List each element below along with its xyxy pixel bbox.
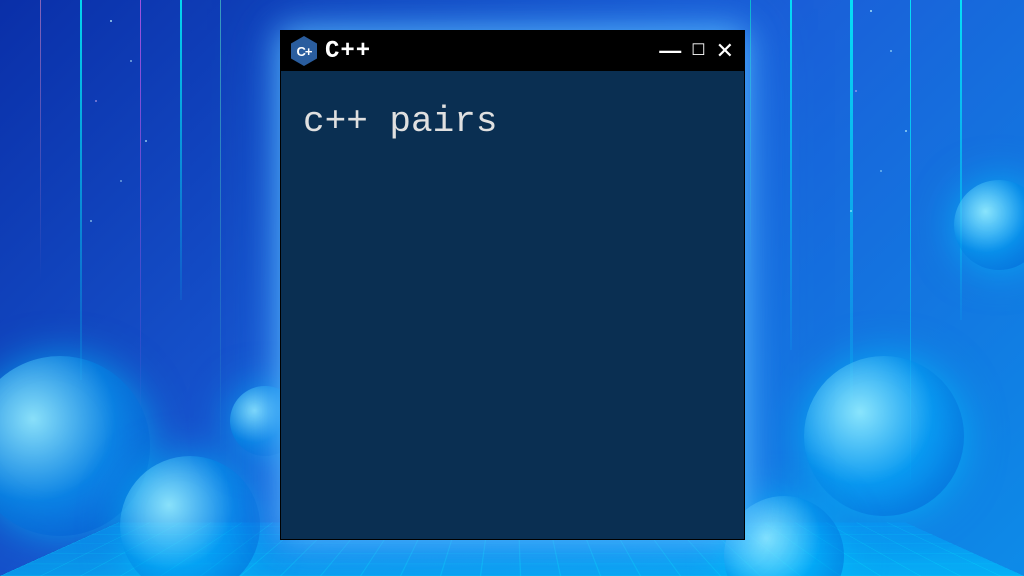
console-output: c++ pairs [303,101,722,142]
maximize-button[interactable]: ☐ [691,43,705,59]
minimize-button[interactable]: — [659,40,681,62]
cpp-hexagon-icon: C+ [291,36,317,66]
console-window: C+ C++ — ☐ ✕ c++ pairs [280,30,745,540]
bg-line [850,0,853,400]
window-controls: — ☐ ✕ [659,40,734,62]
bg-line [220,0,221,450]
bg-sphere [804,356,964,516]
window-title: C++ [325,38,651,65]
bg-sphere [954,180,1024,270]
bg-dots [110,20,112,22]
close-button[interactable]: ✕ [716,40,734,62]
bg-line [790,0,792,350]
app-icon-label: C+ [297,44,312,59]
bg-line [750,0,751,280]
bg-line [40,0,41,280]
bg-line [960,0,962,320]
console-body[interactable]: c++ pairs [281,71,744,172]
bg-line [80,0,82,380]
bg-line [180,0,182,300]
bg-line [140,0,141,420]
bg-dots [870,10,872,12]
titlebar[interactable]: C+ C++ — ☐ ✕ [281,31,744,71]
